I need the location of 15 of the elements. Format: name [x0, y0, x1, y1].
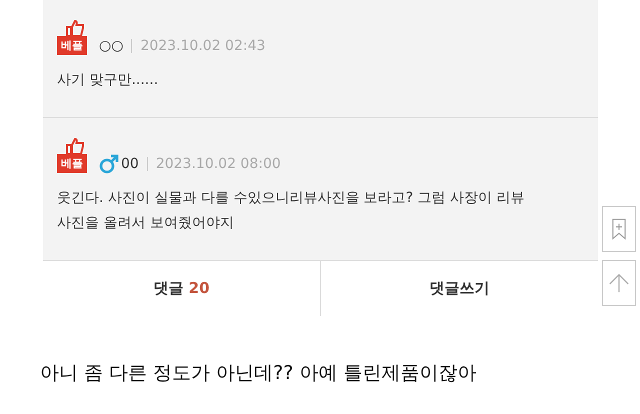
comment-date: 2023.10.02 02:43	[140, 38, 266, 54]
bookmark-button[interactable]	[602, 206, 636, 252]
bookmark-add-icon	[612, 218, 626, 240]
author-name: 00	[121, 156, 139, 172]
comment-date: 2023.10.02 08:00	[156, 156, 281, 172]
caption-text: 아니 좀 다른 정도가 아닌데?? 아예 틀린제품이잖아	[40, 361, 478, 386]
comment-text: 웃긴다. 사진이 실물과 다를 수있으니리뷰사진을 보라고? 그럼 사장이 리뷰사진을 올려서 보여줬어야지	[57, 189, 526, 233]
best-badge: 베플	[57, 36, 87, 55]
up-arrow-icon	[608, 272, 630, 294]
thumbs-up-icon	[65, 138, 85, 154]
scroll-top-button[interactable]	[602, 260, 636, 306]
comment-text: 사기 맞구만......	[57, 71, 160, 90]
best-badge: 베플	[57, 154, 87, 173]
thumbs-up-icon	[65, 20, 85, 36]
author-name: ○○	[99, 38, 124, 54]
